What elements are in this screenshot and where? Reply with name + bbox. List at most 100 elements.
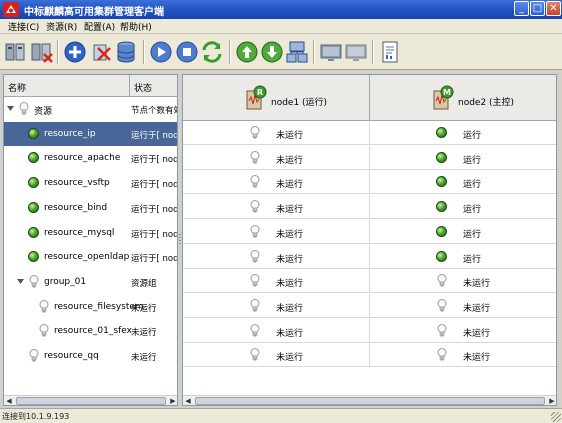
grid-row[interactable]: 未运行 未运行 bbox=[183, 318, 556, 343]
resize-grip-icon[interactable] bbox=[551, 412, 561, 422]
monitor-icon[interactable] bbox=[319, 40, 343, 64]
app-logo-icon bbox=[3, 2, 19, 17]
toolbar-separator bbox=[313, 40, 315, 64]
collapse-arrow-icon[interactable] bbox=[17, 278, 24, 285]
column-header-status[interactable]: 状态 bbox=[134, 81, 152, 94]
database-icon[interactable] bbox=[114, 40, 138, 64]
down-arrow-icon[interactable] bbox=[260, 40, 284, 64]
menu-help[interactable]: 帮助(H) bbox=[120, 20, 152, 33]
cell-status-text: 未运行 bbox=[463, 279, 491, 290]
cell-status-text: 未运行 bbox=[276, 279, 304, 290]
scroll-left-arrow-icon[interactable]: ◀ bbox=[183, 396, 193, 405]
title-bar: 中标麒麟高可用集群管理客户端 _ □ ✕ bbox=[0, 0, 562, 19]
node-resource-cell[interactable]: 未运行 bbox=[370, 319, 556, 343]
disconnect-icon[interactable] bbox=[30, 40, 54, 64]
grid-row[interactable]: 未运行 运行 bbox=[183, 219, 556, 244]
node-resource-cell[interactable]: 未运行 bbox=[183, 219, 370, 244]
node-resource-cell[interactable]: 未运行 bbox=[183, 343, 370, 368]
tree-row[interactable]: group_01 资源组 bbox=[4, 270, 177, 294]
grid-row[interactable]: 未运行 运行 bbox=[183, 145, 556, 170]
node-resource-cell[interactable]: 运行 bbox=[370, 220, 556, 244]
node-resource-cell[interactable]: 未运行 bbox=[183, 244, 370, 269]
running-status-icon bbox=[436, 151, 447, 163]
scroll-right-arrow-icon[interactable]: ▶ bbox=[168, 396, 177, 405]
stop-icon[interactable] bbox=[175, 40, 199, 64]
node-resource-cell[interactable]: 未运行 bbox=[370, 294, 556, 318]
stopped-status-icon bbox=[437, 323, 447, 337]
grid-row[interactable]: 未运行 运行 bbox=[183, 170, 556, 195]
tree-row[interactable]: resource_apache 运行于[ node bbox=[4, 146, 177, 170]
tree-row[interactable]: resource_mysql 运行于[ node bbox=[4, 221, 177, 245]
cell-status-text: 运行 bbox=[463, 229, 482, 240]
resource-status: 运行于[ node bbox=[131, 130, 178, 141]
node-resource-cell[interactable]: 未运行 bbox=[183, 269, 370, 294]
grid-row[interactable]: 未运行 运行 bbox=[183, 195, 556, 220]
close-button[interactable]: ✕ bbox=[546, 1, 561, 16]
delete-icon[interactable] bbox=[89, 40, 113, 64]
connect-icon[interactable] bbox=[4, 40, 28, 64]
cell-status-text: 未运行 bbox=[463, 353, 491, 364]
node-resource-cell[interactable]: 运行 bbox=[370, 195, 556, 220]
start-icon[interactable] bbox=[149, 40, 173, 64]
column-divider[interactable] bbox=[129, 75, 130, 97]
menu-resource[interactable]: 资源(R) bbox=[46, 20, 77, 33]
collapse-arrow-icon[interactable] bbox=[7, 105, 14, 112]
node-resource-cell[interactable]: 未运行 bbox=[370, 343, 556, 368]
node-resource-cell[interactable]: 运行 bbox=[370, 245, 556, 269]
tree-row[interactable]: resource_filesystem 未运行 bbox=[4, 295, 177, 319]
grid-row[interactable]: 未运行 未运行 bbox=[183, 269, 556, 294]
node2-header[interactable]: M node2 (主控) bbox=[370, 75, 556, 121]
minimize-button[interactable]: _ bbox=[514, 1, 529, 16]
node-resource-cell[interactable]: 未运行 bbox=[183, 170, 370, 195]
scroll-left-arrow-icon[interactable]: ◀ bbox=[4, 396, 14, 405]
grid-horizontal-scrollbar[interactable]: ◀ ▶ bbox=[183, 395, 556, 405]
stopped-status-icon bbox=[250, 298, 260, 312]
node-resource-cell[interactable]: 未运行 bbox=[183, 195, 370, 220]
cell-status-text: 未运行 bbox=[463, 328, 491, 339]
column-header-name[interactable]: 名称 bbox=[8, 81, 26, 94]
grid-row[interactable]: 未运行 运行 bbox=[183, 121, 556, 145]
node1-header[interactable]: R node1 (运行) bbox=[183, 75, 370, 121]
grid-row[interactable]: 未运行 运行 bbox=[183, 244, 556, 269]
node-resource-cell[interactable]: 未运行 bbox=[183, 145, 370, 170]
menu-bar: 连接(C) 资源(R) 配置(A) 帮助(H) bbox=[0, 19, 562, 34]
tree-row[interactable]: resource_ip 运行于[ node bbox=[4, 121, 178, 146]
cell-status-text: 未运行 bbox=[276, 155, 304, 166]
tree-row[interactable]: resource_openldap运行于[ node bbox=[4, 245, 178, 269]
node-resource-cell[interactable]: 未运行 bbox=[183, 318, 370, 343]
cluster-icon[interactable] bbox=[285, 40, 309, 64]
tree-row[interactable]: resource_vsftp 运行于[ node bbox=[4, 171, 177, 195]
node-resource-cell[interactable]: 未运行 bbox=[370, 269, 556, 294]
grid-row[interactable]: 未运行 未运行 bbox=[183, 293, 556, 318]
scrollbar-thumb[interactable] bbox=[16, 397, 166, 405]
tree-row[interactable]: resource_01_sfex 未运行 bbox=[4, 319, 177, 343]
node-resource-cell[interactable]: 未运行 bbox=[183, 121, 370, 145]
cell-status-text: 运行 bbox=[463, 155, 482, 166]
node-resource-cell[interactable]: 未运行 bbox=[183, 293, 370, 318]
maximize-button[interactable]: □ bbox=[530, 1, 545, 16]
add-icon[interactable] bbox=[63, 40, 87, 64]
running-status-icon bbox=[28, 201, 39, 213]
scrollbar-thumb[interactable] bbox=[195, 397, 545, 405]
resource-status: 运行于[ node bbox=[131, 254, 178, 265]
tree-row[interactable]: resource_qq 未运行 bbox=[4, 344, 177, 368]
splitter-grip[interactable] bbox=[179, 234, 181, 246]
cell-status-text: 未运行 bbox=[276, 131, 304, 141]
node-resource-cell[interactable]: 运行 bbox=[370, 170, 556, 195]
node-resource-cell[interactable]: 运行 bbox=[370, 121, 556, 145]
tree-horizontal-scrollbar[interactable]: ◀ ▶ bbox=[4, 395, 177, 405]
monitor-disabled-icon[interactable] bbox=[344, 40, 368, 64]
stopped-status-icon bbox=[250, 274, 260, 287]
tree-row[interactable]: resource_bind 运行于[ node bbox=[4, 196, 177, 220]
menu-config[interactable]: 配置(A) bbox=[84, 20, 115, 33]
tree-row[interactable]: 资源 节点个数有效 bbox=[4, 97, 177, 121]
scroll-right-arrow-icon[interactable]: ▶ bbox=[547, 396, 556, 405]
node-resource-cell[interactable]: 运行 bbox=[370, 146, 556, 170]
grid-row[interactable]: 未运行 未运行 bbox=[183, 343, 556, 368]
menu-connect[interactable]: 连接(C) bbox=[8, 20, 39, 33]
refresh-icon[interactable] bbox=[200, 40, 224, 64]
stopped-status-icon bbox=[29, 349, 39, 362]
report-icon[interactable] bbox=[378, 40, 402, 64]
up-arrow-icon[interactable] bbox=[235, 40, 259, 64]
connection-status: 连接到10.1.9.193 bbox=[2, 412, 70, 421]
